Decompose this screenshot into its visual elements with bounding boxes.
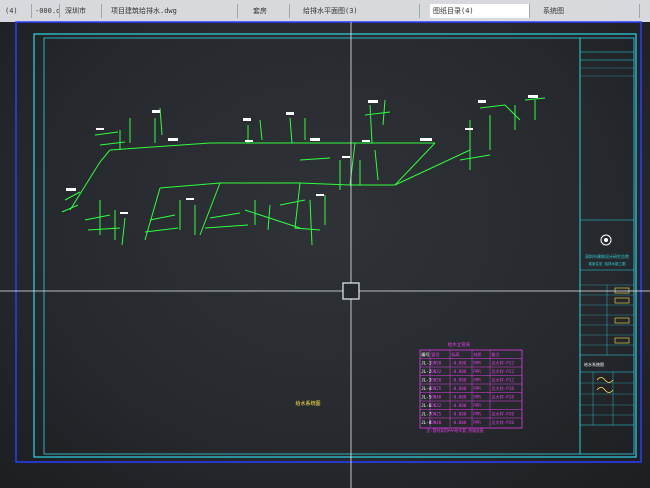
table-cell: JL-4 [421,386,432,391]
table-cell: PPR [473,386,481,391]
table-cell: 见大样-P12 [491,377,514,384]
table-cell: DN50 [431,361,442,366]
table-cell: DN40 [431,420,442,425]
table-cell: -0.800 [451,386,467,391]
table-header-cell: 管径 [431,351,439,358]
table-cell: 见大样-P20 [491,419,514,426]
approval-stamp [614,287,630,294]
table-cell: 见大样-P12 [491,368,514,375]
title-block [579,37,635,455]
table-cell: -0.800 [451,395,467,400]
table-cell: 见大样-P20 [491,411,514,418]
table-cell: PPR [473,369,481,374]
table-cell: PPR [473,420,481,425]
signature-mark [596,377,614,383]
title-sheet-name: 给水系统图 [584,361,604,367]
table-header-cell: 备注 [491,351,500,358]
table-cell: PPR [473,395,481,400]
table-cell: JL-8 [421,420,432,425]
drawing-canvas[interactable]: 深圳市建筑设计研究总院 某某住宅 给排水施工图 给水系统图 给水系统图 编号 管… [0,0,650,488]
table-cell: PPR [473,378,481,383]
table-cell: DN40 [431,395,442,400]
signature-mark [596,387,614,393]
table-cell: DN25 [431,412,442,417]
approval-stamp [614,337,630,344]
table-cell: DN32 [431,403,442,408]
pipe-table-footer: 注:管材采用PPR给水管,热熔连接 [427,428,484,433]
table-cell: JL-2 [421,369,432,374]
table-cell: JL-6 [421,403,432,408]
table-header-cell: 编号 [421,351,429,358]
table-cell: -0.800 [451,403,467,408]
table-cell: -0.800 [451,378,467,383]
table-cell: PPR [473,361,481,366]
table-header-cell: 材质 [473,351,481,358]
table-cell: PPR [473,403,481,408]
inner-sheet-frame [33,33,637,458]
approval-stamp [614,297,630,304]
table-cell: -0.800 [451,369,467,374]
pipe-table[interactable]: 编号 管径 标高 材质 备注JL-1 DN50 -0.800 PPR 见大样-P12JL-2 DN… [419,349,523,429]
table-cell: PPR [473,412,481,417]
table-cell: DN32 [431,369,442,374]
table-cell: JL-5 [421,395,432,400]
table-cell: 见大样-P18 [491,394,514,401]
table-header-cell: 标高 [451,351,459,358]
pipe-labels [66,95,538,214]
title-project: 某某住宅 给排水施工图 [588,261,626,266]
table-cell: -0.800 [451,361,467,366]
table-cell: DN50 [431,378,442,383]
table-cell: -0.800 [451,420,467,425]
table-cell: -0.800 [451,412,467,417]
table-cell: JL-7 [421,412,432,417]
table-cell: DN25 [431,386,442,391]
table-cell: JL-3 [421,378,432,383]
pipe-table-title: 给水立管表 [448,341,471,348]
outer-sheet-frame [15,21,642,463]
approval-stamp [614,317,630,324]
crosshair-cursor[interactable] [0,22,650,488]
drawing-note: 给水系统图 [295,400,320,407]
pipe-system[interactable] [61,97,546,246]
drawing-border [43,37,581,455]
title-company: 深圳市建筑设计研究总院 [585,253,629,259]
table-cell: JL-1 [421,361,432,366]
table-cell: 见大样-P18 [491,385,514,392]
table-cell: 见大样-P12 [491,360,514,367]
